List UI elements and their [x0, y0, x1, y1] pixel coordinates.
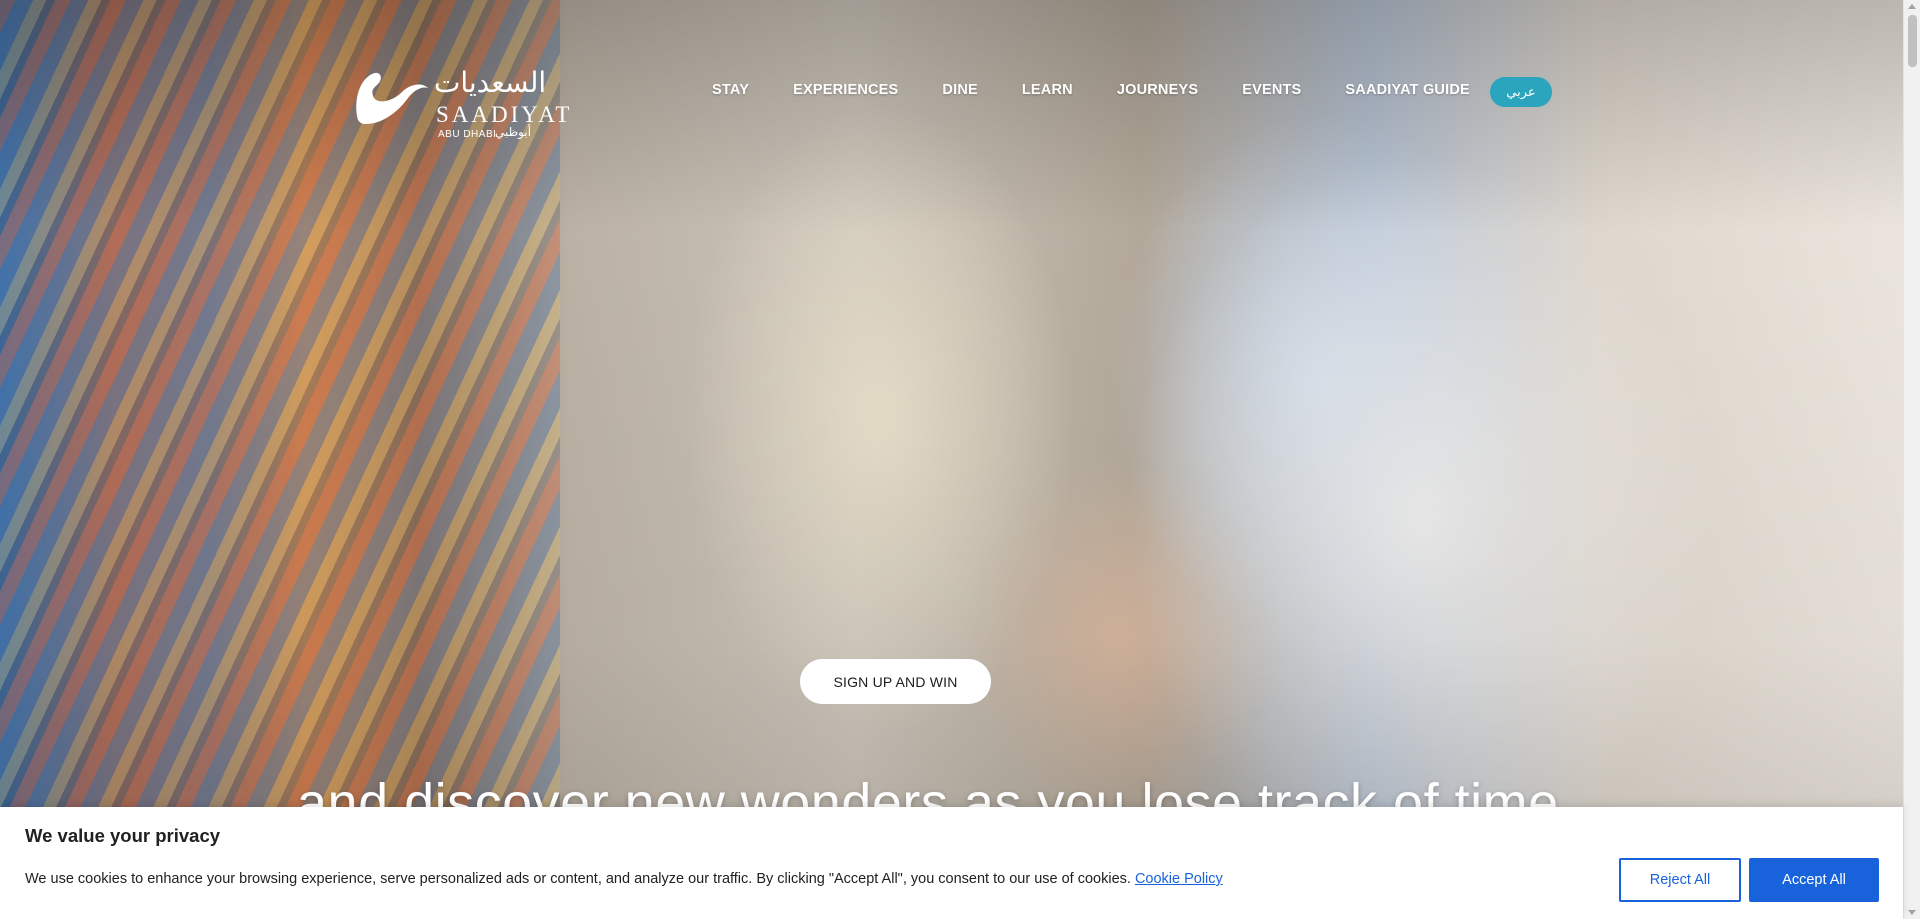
cookie-banner-description: We use cookies to enhance your browsing …: [25, 871, 1131, 887]
scroll-up-arrow-icon[interactable]: [1908, 4, 1916, 9]
nav-journeys[interactable]: JOURNEYS: [1117, 82, 1198, 98]
reject-all-button[interactable]: Reject All: [1619, 858, 1741, 902]
nav-learn[interactable]: LEARN: [1022, 82, 1073, 98]
logo-wave-icon: [356, 72, 428, 124]
logo-location-arabic-text: أبوظبي: [495, 125, 532, 139]
nav-events[interactable]: EVENTS: [1242, 82, 1301, 98]
nav-experiences[interactable]: EXPERIENCES: [793, 82, 898, 98]
language-toggle-button[interactable]: عربي: [1490, 77, 1552, 107]
saadiyat-logo[interactable]: السعديات SAADIYAT ABU DHABI أبوظبي: [352, 66, 569, 142]
cookie-policy-link[interactable]: Cookie Policy: [1135, 871, 1223, 887]
cookie-banner-title: We value your privacy: [25, 825, 221, 846]
cookie-consent-banner: We value your privacy We use cookies to …: [0, 807, 1903, 919]
page-scrollbar[interactable]: [1903, 0, 1920, 919]
main-nav: STAY EXPERIENCES DINE LEARN JOURNEYS EVE…: [712, 82, 1470, 98]
nav-dine[interactable]: DINE: [942, 82, 977, 98]
nav-saadiyat-guide[interactable]: SAADIYAT GUIDE: [1345, 82, 1469, 98]
scroll-down-arrow-icon[interactable]: [1908, 910, 1916, 915]
sign-up-and-win-button[interactable]: SIGN UP AND WIN: [800, 659, 991, 704]
scroll-thumb[interactable]: [1908, 15, 1917, 67]
cookie-banner-text: We use cookies to enhance your browsing …: [25, 871, 1223, 887]
accept-all-button[interactable]: Accept All: [1749, 858, 1879, 902]
logo-arabic-text: السعديات: [434, 66, 547, 99]
nav-stay[interactable]: STAY: [712, 82, 749, 98]
logo-location-text: ABU DHABI: [438, 129, 497, 140]
